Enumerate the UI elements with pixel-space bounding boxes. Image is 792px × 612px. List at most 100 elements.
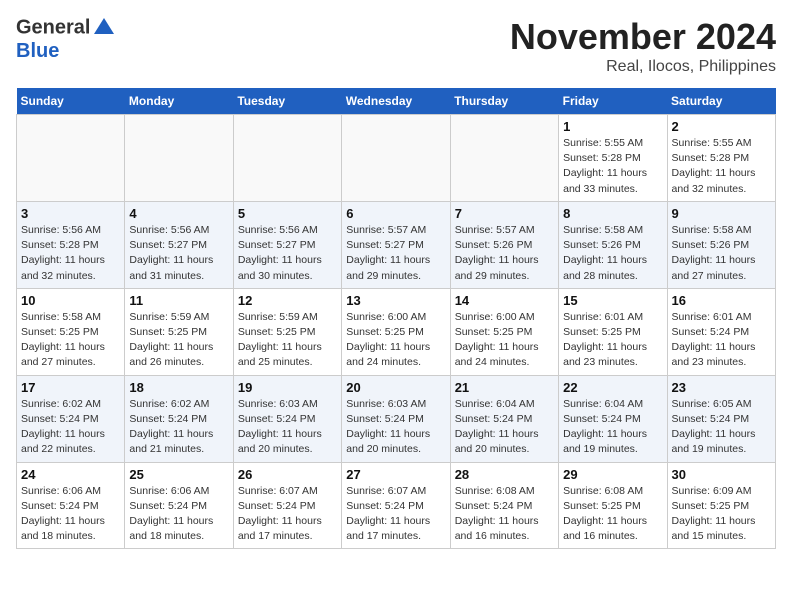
- day-info: Sunrise: 6:08 AM Sunset: 5:25 PM Dayligh…: [563, 484, 662, 545]
- calendar-day-cell: [125, 115, 233, 202]
- calendar-day-cell: 8 Sunrise: 5:58 AM Sunset: 5:26 PM Daylig…: [559, 201, 667, 288]
- logo-icon: [92, 16, 116, 40]
- day-number: 6: [346, 206, 445, 221]
- day-number: 8: [563, 206, 662, 221]
- day-info: Sunrise: 6:06 AM Sunset: 5:24 PM Dayligh…: [129, 484, 228, 545]
- day-info: Sunrise: 5:57 AM Sunset: 5:26 PM Dayligh…: [455, 223, 554, 284]
- calendar-day-cell: [342, 115, 450, 202]
- calendar-header-cell: Monday: [125, 88, 233, 115]
- day-info: Sunrise: 5:59 AM Sunset: 5:25 PM Dayligh…: [129, 310, 228, 371]
- calendar-day-cell: 3 Sunrise: 5:56 AM Sunset: 5:28 PM Daylig…: [17, 201, 125, 288]
- day-info: Sunrise: 5:58 AM Sunset: 5:26 PM Dayligh…: [672, 223, 771, 284]
- calendar-day-cell: 24 Sunrise: 6:06 AM Sunset: 5:24 PM Dayli…: [17, 462, 125, 549]
- day-info: Sunrise: 6:06 AM Sunset: 5:24 PM Dayligh…: [21, 484, 120, 545]
- calendar-day-cell: 12 Sunrise: 5:59 AM Sunset: 5:25 PM Dayli…: [233, 288, 341, 375]
- calendar-week-row: 10 Sunrise: 5:58 AM Sunset: 5:25 PM Dayli…: [17, 288, 776, 375]
- day-number: 24: [21, 467, 120, 482]
- calendar-day-cell: 1 Sunrise: 5:55 AM Sunset: 5:28 PM Daylig…: [559, 115, 667, 202]
- day-number: 13: [346, 293, 445, 308]
- day-info: Sunrise: 6:07 AM Sunset: 5:24 PM Dayligh…: [238, 484, 337, 545]
- calendar-day-cell: 22 Sunrise: 6:04 AM Sunset: 5:24 PM Dayli…: [559, 375, 667, 462]
- calendar-day-cell: 28 Sunrise: 6:08 AM Sunset: 5:24 PM Dayli…: [450, 462, 558, 549]
- day-number: 29: [563, 467, 662, 482]
- title-area: November 2024 Real, Ilocos, Philippines: [510, 16, 776, 76]
- calendar-header-cell: Thursday: [450, 88, 558, 115]
- calendar-day-cell: [233, 115, 341, 202]
- day-info: Sunrise: 6:01 AM Sunset: 5:25 PM Dayligh…: [563, 310, 662, 371]
- calendar-body: 1 Sunrise: 5:55 AM Sunset: 5:28 PM Daylig…: [17, 115, 776, 549]
- calendar-day-cell: 11Sunrise: 5:59 AM Sunset: 5:25 PM Dayli…: [125, 288, 233, 375]
- day-number: 21: [455, 380, 554, 395]
- calendar-header-cell: Wednesday: [342, 88, 450, 115]
- calendar-header-cell: Tuesday: [233, 88, 341, 115]
- calendar-week-row: 3 Sunrise: 5:56 AM Sunset: 5:28 PM Daylig…: [17, 201, 776, 288]
- day-number: 1: [563, 119, 662, 134]
- day-number: 19: [238, 380, 337, 395]
- calendar-header-row: SundayMondayTuesdayWednesdayThursdayFrid…: [17, 88, 776, 115]
- day-info: Sunrise: 5:56 AM Sunset: 5:27 PM Dayligh…: [238, 223, 337, 284]
- calendar-day-cell: 7Sunrise: 5:57 AM Sunset: 5:26 PM Daylig…: [450, 201, 558, 288]
- calendar-day-cell: 18 Sunrise: 6:02 AM Sunset: 5:24 PM Dayli…: [125, 375, 233, 462]
- day-number: 17: [21, 380, 120, 395]
- calendar-day-cell: 29 Sunrise: 6:08 AM Sunset: 5:25 PM Dayli…: [559, 462, 667, 549]
- calendar-day-cell: 10 Sunrise: 5:58 AM Sunset: 5:25 PM Dayli…: [17, 288, 125, 375]
- day-info: Sunrise: 6:04 AM Sunset: 5:24 PM Dayligh…: [563, 397, 662, 458]
- day-info: Sunrise: 6:08 AM Sunset: 5:24 PM Dayligh…: [455, 484, 554, 545]
- day-number: 2: [672, 119, 771, 134]
- day-info: Sunrise: 5:56 AM Sunset: 5:28 PM Dayligh…: [21, 223, 120, 284]
- day-info: Sunrise: 6:04 AM Sunset: 5:24 PM Dayligh…: [455, 397, 554, 458]
- day-info: Sunrise: 6:02 AM Sunset: 5:24 PM Dayligh…: [129, 397, 228, 458]
- day-number: 15: [563, 293, 662, 308]
- day-info: Sunrise: 5:56 AM Sunset: 5:27 PM Dayligh…: [129, 223, 228, 284]
- calendar-day-cell: 21 Sunrise: 6:04 AM Sunset: 5:24 PM Dayli…: [450, 375, 558, 462]
- day-info: Sunrise: 5:58 AM Sunset: 5:25 PM Dayligh…: [21, 310, 120, 371]
- logo-general: General: [16, 16, 90, 38]
- day-info: Sunrise: 6:07 AM Sunset: 5:24 PM Dayligh…: [346, 484, 445, 545]
- day-number: 23: [672, 380, 771, 395]
- main-title: November 2024: [510, 16, 776, 58]
- day-number: 10: [21, 293, 120, 308]
- calendar-day-cell: 23 Sunrise: 6:05 AM Sunset: 5:24 PM Dayli…: [667, 375, 775, 462]
- day-info: Sunrise: 5:55 AM Sunset: 5:28 PM Dayligh…: [563, 136, 662, 197]
- calendar-day-cell: [450, 115, 558, 202]
- day-info: Sunrise: 5:57 AM Sunset: 5:27 PM Dayligh…: [346, 223, 445, 284]
- calendar-header-cell: Friday: [559, 88, 667, 115]
- calendar-day-cell: 19 Sunrise: 6:03 AM Sunset: 5:24 PM Dayli…: [233, 375, 341, 462]
- calendar-day-cell: 15 Sunrise: 6:01 AM Sunset: 5:25 PM Dayli…: [559, 288, 667, 375]
- day-number: 4: [129, 206, 228, 221]
- day-number: 25: [129, 467, 228, 482]
- calendar-week-row: 17 Sunrise: 6:02 AM Sunset: 5:24 PM Dayli…: [17, 375, 776, 462]
- day-info: Sunrise: 6:00 AM Sunset: 5:25 PM Dayligh…: [346, 310, 445, 371]
- day-number: 22: [563, 380, 662, 395]
- day-number: 9: [672, 206, 771, 221]
- day-number: 14: [455, 293, 554, 308]
- day-info: Sunrise: 6:03 AM Sunset: 5:24 PM Dayligh…: [238, 397, 337, 458]
- calendar-table: SundayMondayTuesdayWednesdayThursdayFrid…: [16, 88, 776, 549]
- calendar-day-cell: 26Sunrise: 6:07 AM Sunset: 5:24 PM Dayli…: [233, 462, 341, 549]
- day-info: Sunrise: 6:03 AM Sunset: 5:24 PM Dayligh…: [346, 397, 445, 458]
- calendar-day-cell: 20Sunrise: 6:03 AM Sunset: 5:24 PM Dayli…: [342, 375, 450, 462]
- logo-blue: Blue: [16, 40, 59, 62]
- calendar-day-cell: 17Sunrise: 6:02 AM Sunset: 5:24 PM Dayli…: [17, 375, 125, 462]
- day-number: 18: [129, 380, 228, 395]
- calendar-day-cell: 14 Sunrise: 6:00 AM Sunset: 5:25 PM Dayli…: [450, 288, 558, 375]
- day-number: 30: [672, 467, 771, 482]
- day-number: 27: [346, 467, 445, 482]
- day-number: 28: [455, 467, 554, 482]
- subtitle: Real, Ilocos, Philippines: [510, 58, 776, 76]
- calendar-day-cell: 2 Sunrise: 5:55 AM Sunset: 5:28 PM Daylig…: [667, 115, 775, 202]
- calendar-day-cell: 25 Sunrise: 6:06 AM Sunset: 5:24 PM Dayli…: [125, 462, 233, 549]
- calendar-day-cell: 27 Sunrise: 6:07 AM Sunset: 5:24 PM Dayli…: [342, 462, 450, 549]
- day-info: Sunrise: 6:05 AM Sunset: 5:24 PM Dayligh…: [672, 397, 771, 458]
- header: General Blue November 2024 Real, Ilocos,…: [16, 16, 776, 76]
- day-info: Sunrise: 5:58 AM Sunset: 5:26 PM Dayligh…: [563, 223, 662, 284]
- day-info: Sunrise: 6:00 AM Sunset: 5:25 PM Dayligh…: [455, 310, 554, 371]
- calendar-week-row: 24 Sunrise: 6:06 AM Sunset: 5:24 PM Dayli…: [17, 462, 776, 549]
- calendar-day-cell: 4 Sunrise: 5:56 AM Sunset: 5:27 PM Daylig…: [125, 201, 233, 288]
- day-info: Sunrise: 6:09 AM Sunset: 5:25 PM Dayligh…: [672, 484, 771, 545]
- day-info: Sunrise: 5:55 AM Sunset: 5:28 PM Dayligh…: [672, 136, 771, 197]
- day-number: 3: [21, 206, 120, 221]
- calendar-day-cell: 6 Sunrise: 5:57 AM Sunset: 5:27 PM Daylig…: [342, 201, 450, 288]
- day-number: 12: [238, 293, 337, 308]
- day-info: Sunrise: 5:59 AM Sunset: 5:25 PM Dayligh…: [238, 310, 337, 371]
